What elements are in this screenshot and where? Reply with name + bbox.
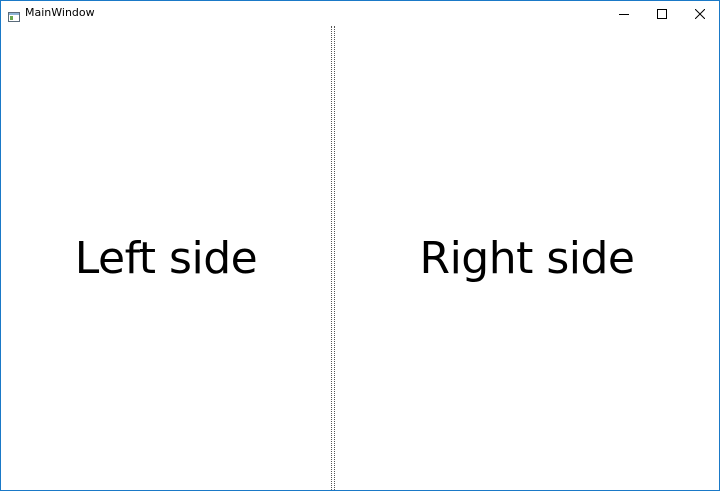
right-pane-text: Right side [419, 232, 636, 284]
minimize-button[interactable] [605, 1, 643, 26]
right-pane: Right side [335, 26, 719, 490]
title-bar[interactable]: MainWindow [1, 1, 719, 26]
window-title: MainWindow [25, 6, 95, 19]
close-button[interactable] [681, 1, 719, 26]
left-pane: Left side [1, 26, 331, 490]
left-pane-text: Left side [74, 232, 258, 284]
minimize-icon [619, 4, 629, 23]
main-window: MainWindow Left side Right side [0, 0, 720, 491]
close-icon [694, 4, 706, 23]
maximize-icon [657, 4, 667, 23]
window-content: Left side Right side [1, 26, 719, 490]
maximize-button[interactable] [643, 1, 681, 26]
window-app-icon [8, 7, 20, 22]
